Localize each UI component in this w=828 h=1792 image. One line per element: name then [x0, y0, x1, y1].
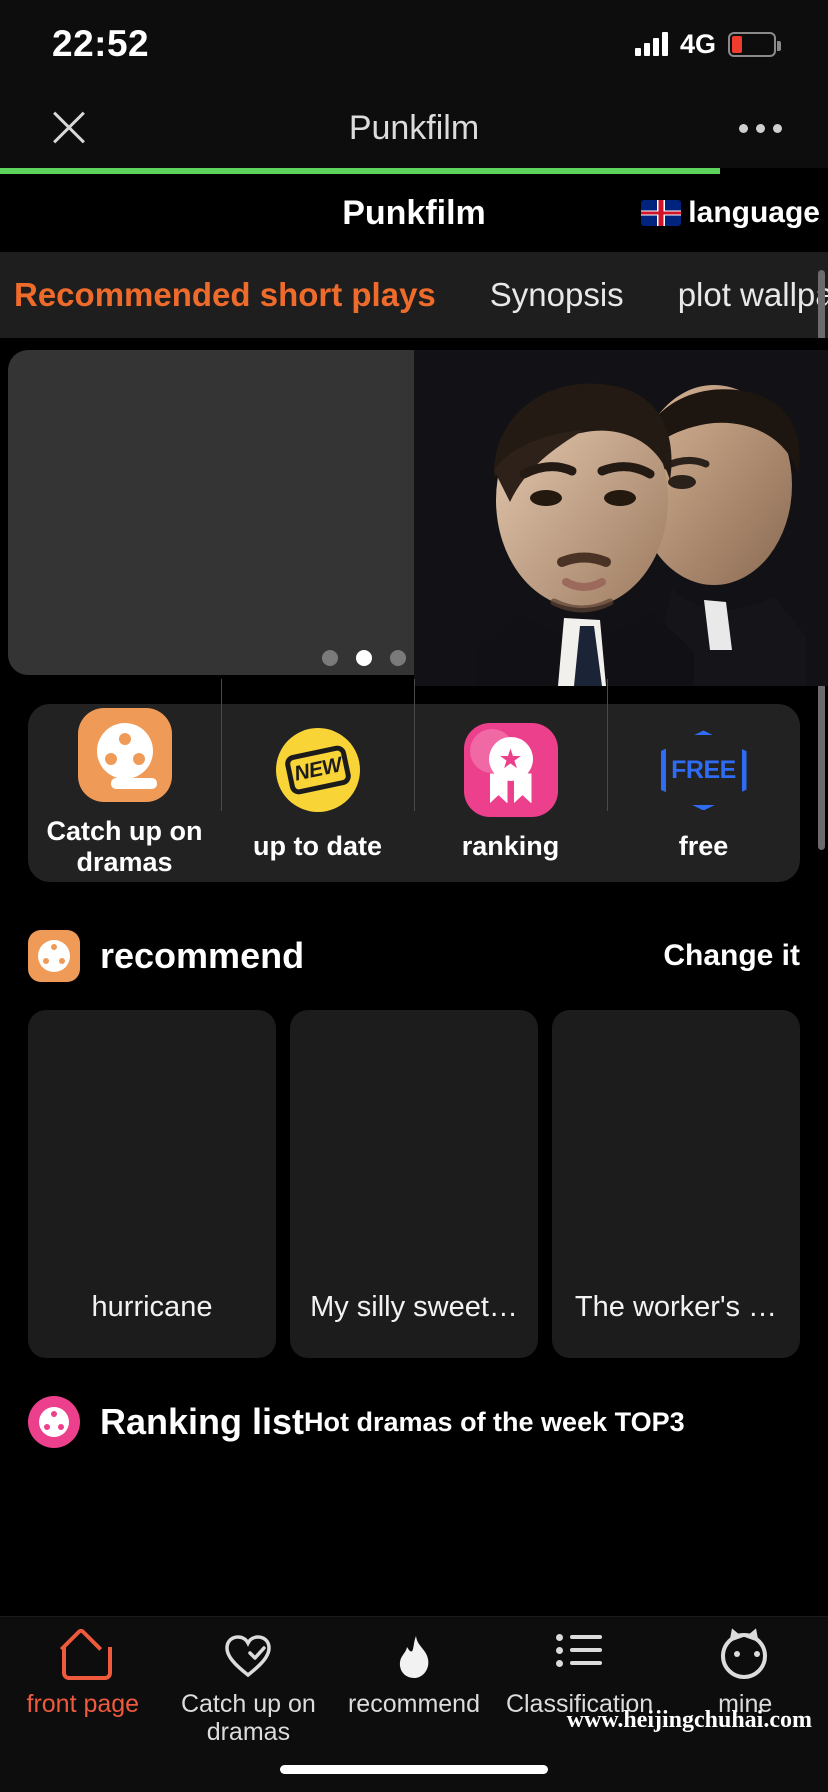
ranking-icon	[28, 1396, 80, 1448]
quick-item-ranking[interactable]: ★ ranking	[414, 679, 607, 862]
drama-card[interactable]: hurricane	[28, 1010, 276, 1358]
recommend-card-list: hurricane My silly sweet… The worker's …	[28, 1010, 800, 1358]
quick-item-label: Catch up on dramas	[46, 815, 203, 877]
quick-item-catch-up-on-dramas[interactable]: Catch up on dramas	[28, 707, 221, 878]
status-time: 22:52	[52, 23, 150, 64]
section-title: Ranking list	[100, 1401, 305, 1442]
carousel-slide-image[interactable]	[414, 350, 828, 686]
quick-item-free[interactable]: FREE free	[607, 679, 800, 862]
section-title: recommend	[100, 935, 305, 976]
nav-item-label: recommend	[347, 1690, 480, 1718]
language-switcher[interactable]: language	[641, 196, 820, 230]
webview-navbar: Punkfilm	[0, 88, 828, 168]
nav-item-mine[interactable]: mine	[662, 1633, 828, 1719]
language-label: language	[688, 196, 820, 229]
signal-bars-icon	[634, 32, 668, 56]
status-indicators: 4G	[634, 28, 781, 60]
free-hexagon-icon: FREE	[657, 723, 751, 817]
section-subtitle: Hot dramas of the week TOP3	[304, 1406, 685, 1437]
carousel-dots[interactable]	[322, 650, 406, 666]
film-reel-icon	[28, 930, 80, 982]
quick-access-bar: Catch up on dramas NEW up to date ★ rank…	[28, 679, 800, 882]
tab-recommended-short-plays[interactable]: Recommended short plays	[14, 276, 436, 314]
quick-item-up-to-date[interactable]: NEW up to date	[221, 679, 414, 862]
status-bar: 22:52 4G	[0, 0, 828, 88]
poster-illustration	[414, 350, 828, 686]
home-icon	[59, 1633, 112, 1681]
tab-plot-wallpaper[interactable]: plot wallpaper	[678, 276, 828, 314]
banner-carousel[interactable]	[0, 338, 828, 686]
drama-card-title: The worker's …	[574, 1291, 778, 1323]
category-tabs[interactable]: Recommended short plays Synopsis plot wa…	[0, 252, 828, 338]
watermark: www.heijingchuhai.com	[566, 1707, 812, 1733]
medal-icon: ★	[463, 723, 558, 818]
app-title: Punkfilm	[342, 193, 486, 232]
close-icon[interactable]	[46, 105, 92, 151]
nav-item-catch-up-on-dramas[interactable]: Catch up on dramas	[166, 1633, 332, 1746]
phone-screen: 22:52 4G Punkfilm Punkfilm language Reco…	[0, 0, 828, 1792]
change-it-button[interactable]: Change it	[663, 939, 800, 973]
more-options-icon[interactable]	[739, 123, 782, 133]
recommend-section-header: recommend Change it	[28, 926, 800, 986]
home-indicator[interactable]	[280, 1765, 548, 1774]
nav-item-recommend[interactable]: recommend	[331, 1633, 497, 1719]
drama-card-title: hurricane	[91, 1291, 213, 1323]
nav-item-classification[interactable]: Classification	[497, 1633, 663, 1719]
carousel-dot-3[interactable]	[390, 650, 406, 666]
heart-check-icon	[224, 1633, 272, 1681]
nav-item-label: Catch up on dramas	[180, 1690, 316, 1746]
quick-item-label: free	[678, 831, 729, 862]
film-reel-icon	[77, 707, 172, 802]
drama-card-title: My silly sweet…	[310, 1291, 518, 1323]
uk-flag-icon	[641, 200, 682, 226]
fire-icon	[390, 1633, 438, 1681]
list-icon	[555, 1633, 604, 1681]
drama-card[interactable]: My silly sweet…	[290, 1010, 538, 1358]
quick-item-label: ranking	[461, 831, 560, 862]
new-badge-icon: NEW	[271, 723, 365, 817]
battery-low-icon	[728, 31, 781, 57]
tab-synopsis[interactable]: Synopsis	[490, 276, 624, 314]
cat-face-icon	[721, 1633, 769, 1681]
page-content: Punkfilm language Recommended short play…	[0, 174, 828, 1792]
carousel-dot-1[interactable]	[322, 650, 338, 666]
app-header: Punkfilm language	[0, 174, 828, 252]
nav-item-label: front page	[26, 1690, 140, 1718]
nav-item-front-page[interactable]: front page	[0, 1633, 166, 1719]
carousel-dot-2[interactable]	[356, 650, 372, 666]
quick-item-label: up to date	[253, 831, 382, 862]
webview-title: Punkfilm	[348, 108, 480, 147]
network-type-label: 4G	[679, 28, 716, 59]
drama-card[interactable]: The worker's …	[552, 1010, 800, 1358]
ranking-section-header: Ranking list Hot dramas of the week TOP3	[28, 1392, 800, 1452]
